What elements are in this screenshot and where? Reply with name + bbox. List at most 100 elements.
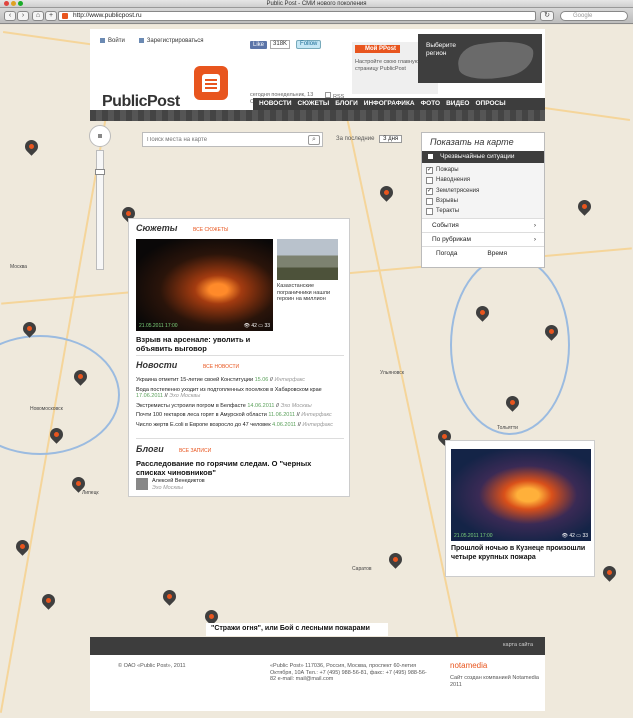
map-pan-control[interactable] (89, 125, 111, 147)
layers-title: Показать на карте (430, 137, 514, 147)
url-text: http://www.publicpost.ru (73, 12, 142, 19)
category-emergencies[interactable]: Чрезвычайные ситуации (422, 151, 544, 163)
nav-video[interactable]: ВИДЕО (444, 98, 471, 110)
map-search: ⌕ (142, 132, 323, 147)
search-icon[interactable]: ⌕ (308, 135, 320, 145)
popup-photo[interactable]: 21.05.2011 17:00 👁 42 ▭ 33 (451, 449, 591, 541)
close-icon[interactable] (4, 1, 9, 6)
like-button[interactable]: Like (250, 40, 268, 49)
layer-floods[interactable]: Наводнения (422, 175, 544, 185)
layer-terror[interactable]: Теракты (422, 206, 544, 216)
news-item[interactable]: Вода постепенно уходит из подтопленных п… (136, 387, 346, 400)
login-link[interactable]: Войти (100, 38, 125, 44)
window-controls[interactable] (4, 1, 23, 6)
blogs-heading: Блоги (136, 444, 164, 454)
story-photo[interactable]: 21.05.2011 17:00 👁 42 ▭ 33 (136, 239, 273, 331)
map-zoom-slider[interactable] (95, 150, 105, 270)
forward-icon[interactable]: › (17, 11, 29, 21)
copyright: © ОАО «Public Post», 2011 (118, 663, 186, 669)
story-title[interactable]: Взрыв на арсенале: уволить и объявить вы… (136, 335, 273, 353)
nav-photo[interactable]: ФОТО (419, 98, 442, 110)
register-link[interactable]: Зарегистрироваться (139, 38, 204, 44)
all-blogs-link[interactable]: все записи (179, 448, 211, 454)
browser-toolbar: ‹ › ⌂ + http://www.publicpost.ru ↻ Googl… (0, 8, 633, 24)
like-count: 318K (270, 40, 291, 49)
home-icon[interactable]: ⌂ (32, 11, 44, 21)
site-logo[interactable]: PublicPost (102, 93, 180, 111)
zoom-icon[interactable] (18, 1, 23, 6)
layer-fires[interactable]: Пожары (422, 165, 544, 175)
address-bar[interactable]: http://www.publicpost.ru (58, 11, 536, 21)
popup-photo-stats: 👁 42 ▭ 33 (561, 533, 588, 539)
region-label: Выберите регион (426, 42, 457, 57)
russia-map-icon (455, 36, 537, 84)
news-item[interactable]: Украина отметит 15-летие своей Конституц… (136, 377, 346, 384)
period-label: За последние (336, 136, 375, 142)
popup-caption[interactable]: Прошлой ночью в Кузнеце произошли четыре… (451, 545, 591, 562)
window-titlebar: Public Post - СМИ нового поколения (0, 0, 633, 8)
browser-search-input[interactable]: Google (560, 11, 628, 21)
news-item[interactable]: Число жертв E.coli в Европе возросло до … (136, 422, 346, 429)
nav-polls[interactable]: ОПРОСЫ (473, 98, 507, 110)
photo-date: 21.05.2011 17:00 (139, 323, 178, 329)
category-items: Пожары Наводнения Землетрясения Взрывы Т… (422, 163, 544, 219)
stories-heading: Сюжеты (136, 223, 178, 233)
zoom-handle[interactable] (95, 169, 105, 175)
avatar[interactable] (136, 478, 148, 490)
layer-toggles: Погода Время (422, 246, 544, 260)
photo-comments: 33 (264, 323, 270, 329)
side-story-photo[interactable] (277, 239, 338, 280)
nav-stories[interactable]: СЮЖЕТЫ (296, 98, 332, 110)
my-ppost-button[interactable]: Мой PPost (355, 45, 401, 53)
weather-toggle[interactable]: Погода (436, 247, 457, 260)
reload-icon[interactable]: ↻ (540, 11, 554, 21)
nav-news[interactable]: НОВОСТИ (257, 98, 294, 110)
layer-events[interactable]: События (422, 218, 544, 232)
all-news-link[interactable]: все новости (203, 364, 239, 370)
site-header: Войти Зарегистрироваться Like 318K Follo… (90, 29, 545, 121)
period-select[interactable]: 3 дня (379, 135, 403, 143)
follow-button[interactable]: Follow (296, 40, 322, 49)
popup-views: 42 (569, 533, 575, 539)
footer-bar: карта сайта (90, 637, 545, 655)
layer-rubrics[interactable]: По рубрикам (422, 232, 544, 246)
popup-comments: 33 (582, 533, 588, 539)
side-story-caption[interactable]: Казахстанские пограничники нашли героин … (277, 283, 341, 303)
content-panel: Сюжеты все сюжеты 21.05.2011 17:00 👁 42 … (128, 218, 350, 497)
back-icon[interactable]: ‹ (4, 11, 16, 21)
news-list: Украина отметит 15-летие своей Конституц… (136, 377, 346, 431)
news-item[interactable]: Экстремисты устроили погром в Белфасте 1… (136, 403, 346, 410)
site-footer: © ОАО «Public Post», 2011 «Public Post» … (90, 655, 545, 711)
map-popup: 21.05.2011 17:00 👁 42 ▭ 33 Прошлой ночью… (445, 440, 595, 577)
layer-earthquakes[interactable]: Землетрясения (422, 186, 544, 196)
news-item[interactable]: Почти 100 гектаров леса горят в Амурской… (136, 412, 346, 419)
layer-explosions[interactable]: Взрывы (422, 196, 544, 206)
notamedia-text: Сайт создан компанией Notamedia 2011 (450, 675, 539, 688)
time-toggle[interactable]: Время (487, 247, 507, 260)
notamedia-logo[interactable]: notamedia (450, 661, 487, 670)
map-layers-panel: Показать на карте Чрезвычайные ситуации … (421, 132, 545, 268)
main-nav: НОВОСТИ СЮЖЕТЫ БЛОГИ ИНФОГРАФИКА ФОТО ВИ… (253, 98, 545, 110)
sitemap-link[interactable]: карта сайта (503, 642, 533, 648)
blog-author: Алексей Венедиктов Эхо Москвы (152, 478, 205, 491)
author-name[interactable]: Алексей Венедиктов (152, 478, 205, 484)
blog-post-title[interactable]: Расследование по горячим следам. О "черн… (136, 459, 336, 477)
social-buttons: Like 318K Follow (250, 40, 322, 49)
nav-blogs[interactable]: БЛОГИ (333, 98, 359, 110)
region-selector[interactable]: Выберите регион (418, 34, 542, 84)
news-heading: Новости (136, 360, 178, 370)
photo-stats: 👁 42 ▭ 33 (243, 323, 270, 329)
minimize-icon[interactable] (11, 1, 16, 6)
teaser-link[interactable]: "Стражи огня", или Бой с лесными пожарам… (206, 623, 388, 636)
add-icon[interactable]: + (45, 11, 57, 21)
favicon-icon (62, 13, 68, 19)
photo-views: 42 (251, 323, 257, 329)
period-filter: За последние 3 дня (336, 135, 403, 143)
all-stories-link[interactable]: все сюжеты (193, 227, 229, 233)
logo-icon[interactable] (194, 66, 228, 100)
nav-infographics[interactable]: ИНФОГРАФИКА (362, 98, 417, 110)
browser-search-placeholder: Google (573, 13, 593, 19)
author-source: Эхо Москвы (152, 484, 183, 491)
window-title: Public Post - СМИ нового поколения (266, 1, 367, 7)
map-search-input[interactable] (143, 133, 303, 146)
